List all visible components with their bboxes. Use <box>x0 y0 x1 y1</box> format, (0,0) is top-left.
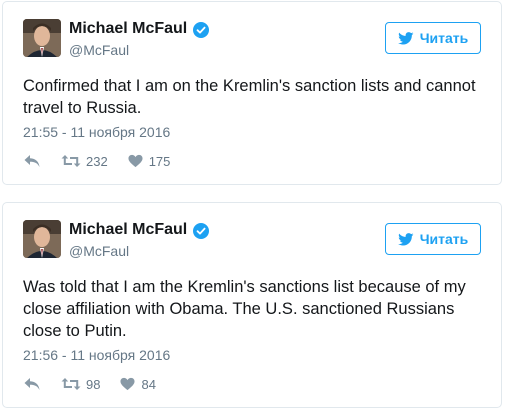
like-count: 175 <box>148 153 171 169</box>
author-name[interactable]: Michael McFaul <box>69 221 187 239</box>
retweet-count: 232 <box>86 153 108 169</box>
avatar[interactable] <box>23 220 61 258</box>
author-handle[interactable]: @McFaul <box>69 42 129 58</box>
tweet-timestamp[interactable]: 21:55 - 11 ноября 2016 <box>23 124 170 140</box>
retweet-icon <box>61 155 81 167</box>
follow-button[interactable]: Читать <box>385 22 481 54</box>
avatar[interactable] <box>23 19 61 57</box>
follow-button[interactable]: Читать <box>385 223 481 255</box>
tweet-card: Michael McFaul @McFaul Читать Confirmed … <box>2 1 502 185</box>
reply-button[interactable] <box>23 154 61 168</box>
like-button[interactable]: 175 <box>128 153 171 169</box>
follow-label: Читать <box>419 231 469 247</box>
retweet-count: 98 <box>86 376 101 392</box>
tweet-text: Was told that I am the Kremlin's sanctio… <box>23 278 466 340</box>
retweet-button[interactable]: 98 <box>61 377 120 392</box>
retweet-button[interactable]: 232 <box>61 154 128 169</box>
author-name[interactable]: Michael McFaul <box>69 20 187 38</box>
tweet-actions: 232 175 <box>23 151 170 171</box>
retweet-icon <box>61 378 81 390</box>
tweet-timestamp[interactable]: 21:56 - 11 ноября 2016 <box>23 347 170 363</box>
heart-icon <box>120 377 135 391</box>
twitter-bird-icon <box>397 31 414 44</box>
tweet-actions: 98 84 <box>23 374 156 394</box>
author-handle[interactable]: @McFaul <box>69 243 129 259</box>
heart-icon <box>128 154 143 168</box>
like-count: 84 <box>141 376 156 392</box>
tweet-text: Confirmed that I am on the Kremlin's san… <box>23 77 476 117</box>
verified-badge-icon <box>193 223 209 239</box>
reply-icon <box>24 155 40 167</box>
twitter-bird-icon <box>397 232 414 245</box>
reply-icon <box>24 378 40 390</box>
like-button[interactable]: 84 <box>120 376 156 392</box>
follow-label: Читать <box>419 30 469 46</box>
tweet-card: Michael McFaul @McFaul Читать Was told t… <box>2 202 502 408</box>
verified-badge-icon <box>193 22 209 38</box>
reply-button[interactable] <box>23 377 61 391</box>
